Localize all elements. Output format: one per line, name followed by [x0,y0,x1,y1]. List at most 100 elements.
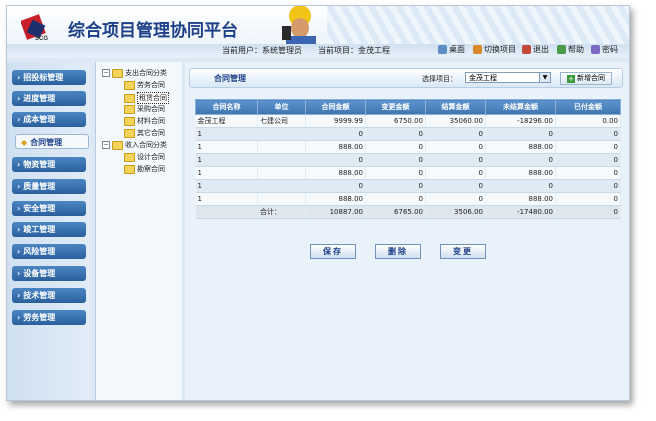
chevron-right-icon: › [17,94,21,103]
tree-node-label: 材料合同 [137,117,165,125]
folder-icon [124,152,135,162]
column-header[interactable]: 变更金额 [365,99,426,115]
menu-item-label: 风险管理 [23,247,56,256]
tree-node-lease-contract[interactable]: 租赁合同 [124,92,169,104]
chevron-down-icon[interactable]: ▼ [539,73,550,82]
collapse-icon[interactable]: − [102,69,110,77]
table-cell [257,179,306,193]
tree-node-label: 采购合同 [137,105,165,113]
table-row[interactable]: 100000 [195,179,621,193]
column-header[interactable]: 合同名称 [195,99,258,115]
column-header[interactable]: 合同金额 [305,99,366,115]
table-cell: 0 [365,140,426,154]
menu-item-contract[interactable]: ◆ 合同管理 [15,134,89,149]
menu-item-materials[interactable]: › 物资管理 [12,157,86,172]
menu-item-label: 成本管理 [23,115,56,124]
table-row[interactable]: 100000 [195,153,621,167]
total-cell: 0 [555,205,621,219]
total-cell: 合计： [257,205,306,219]
table-cell: 888.00 [305,140,366,154]
tree-node-labor-contract[interactable]: 劳务合同 [124,80,165,90]
folder-icon [124,128,135,138]
column-header[interactable]: 单位 [257,99,306,115]
menu-item-bidding[interactable]: › 招投标管理 [12,70,86,85]
tree-node-purchase-contract[interactable]: 采购合同 [124,104,165,114]
table-cell: 888.00 [305,166,366,180]
tree-node-expense-root[interactable]: − 支出合同分类 [102,68,167,78]
column-header[interactable]: 已付金额 [555,99,621,115]
header: SCG 综合项目管理协同平台 当前用户：系统管理员 当前项目：金茂工程 桌面 切… [7,6,629,58]
table-row[interactable]: 金茂工程 七建公司 9999.99 6750.00 35060.00 -18296.00 0… [195,114,621,128]
menu-item-quality[interactable]: › 质量管理 [12,179,86,194]
table-cell: 0 [305,179,366,193]
folder-icon [112,140,123,150]
total-cell: 10887.00 [305,205,366,219]
collapse-icon[interactable]: − [102,141,110,149]
plus-icon: + [567,74,575,83]
table-row[interactable]: 100000 [195,127,621,141]
tree-node-other-contract[interactable]: 其它合同 [124,128,165,138]
desktop-label: 桌面 [449,45,465,54]
tree-node-material-contract[interactable]: 材料合同 [124,116,165,126]
menu-item-label: 物资管理 [23,160,56,169]
menu-item-label: 合同管理 [30,138,63,147]
menu-item-label: 安全管理 [23,204,56,213]
table-cell: 0 [365,127,426,141]
folder-open-icon [124,93,135,103]
add-contract-button[interactable]: + 新增合同 [560,72,612,85]
tree-node-label: 支出合同分类 [125,69,167,77]
table-cell: 1 [195,179,258,193]
total-cell: 3506.00 [425,205,486,219]
menu-item-label: 技术管理 [23,291,56,300]
switch-project-button[interactable]: 切换项目 [473,44,516,55]
table-cell: 6750.00 [365,114,426,128]
tree-node-label: 收入合同分类 [125,141,167,149]
table-cell: 0 [425,127,486,141]
main-toolbar: 合同管理 选择项目： 金茂工程 ▼ + 新增合同 [189,68,623,88]
exit-button[interactable]: 退出 [522,44,549,55]
table-cell: 金茂工程 [195,114,258,128]
menu-item-equipment[interactable]: › 设备管理 [12,266,86,281]
password-button[interactable]: 密码 [591,44,618,55]
table-cell: 0 [555,192,621,206]
project-select[interactable]: 金茂工程 ▼ [465,72,551,83]
tree-node-income-root[interactable]: − 收入合同分类 [102,140,167,150]
tree-node-survey-contract[interactable]: 勘察合同 [124,164,165,174]
table-cell: 0 [485,153,556,167]
table-row[interactable]: 1 888.00 0 0 888.00 0 [195,140,621,154]
menu-item-labor[interactable]: › 劳务管理 [12,310,86,325]
table-cell [257,192,306,206]
table-cell: 0 [365,179,426,193]
table-cell: 0 [425,153,486,167]
menu-item-risk[interactable]: › 风险管理 [12,244,86,259]
header-decoration [327,6,629,44]
chevron-right-icon: › [17,269,21,278]
delete-button[interactable]: 删除 [375,244,421,259]
project-select-label: 选择项目： [422,75,457,83]
menu-item-label: 劳务管理 [23,313,56,322]
table-cell: 0 [555,127,621,141]
change-button[interactable]: 变更 [440,244,486,259]
table-cell: 0 [365,166,426,180]
menu-item-completion[interactable]: › 竣工管理 [12,222,86,237]
menu-item-technical[interactable]: › 技术管理 [12,288,86,303]
table-row[interactable]: 1 888.00 0 0 888.00 0 [195,192,621,206]
help-button[interactable]: 帮助 [557,44,584,55]
column-header[interactable]: 未结算金额 [485,99,556,115]
table-cell: 888.00 [305,192,366,206]
menu-item-label: 竣工管理 [23,225,56,234]
tree-node-label: 其它合同 [137,129,165,137]
menu-item-label: 招投标管理 [23,73,64,82]
save-button[interactable]: 保存 [310,244,356,259]
table-cell: 1 [195,153,258,167]
desktop-button[interactable]: 桌面 [438,44,465,55]
column-header[interactable]: 结算金额 [425,99,486,115]
menu-item-safety[interactable]: › 安全管理 [12,201,86,216]
page-title: 合同管理 [214,74,246,83]
menu-item-schedule[interactable]: › 进度管理 [12,91,86,106]
table-row[interactable]: 1 888.00 0 0 888.00 0 [195,166,621,180]
menu-item-label: 设备管理 [23,269,56,278]
tree-node-design-contract[interactable]: 设计合同 [124,152,165,162]
chevron-right-icon: › [17,247,21,256]
menu-item-cost[interactable]: › 成本管理 [12,112,86,127]
